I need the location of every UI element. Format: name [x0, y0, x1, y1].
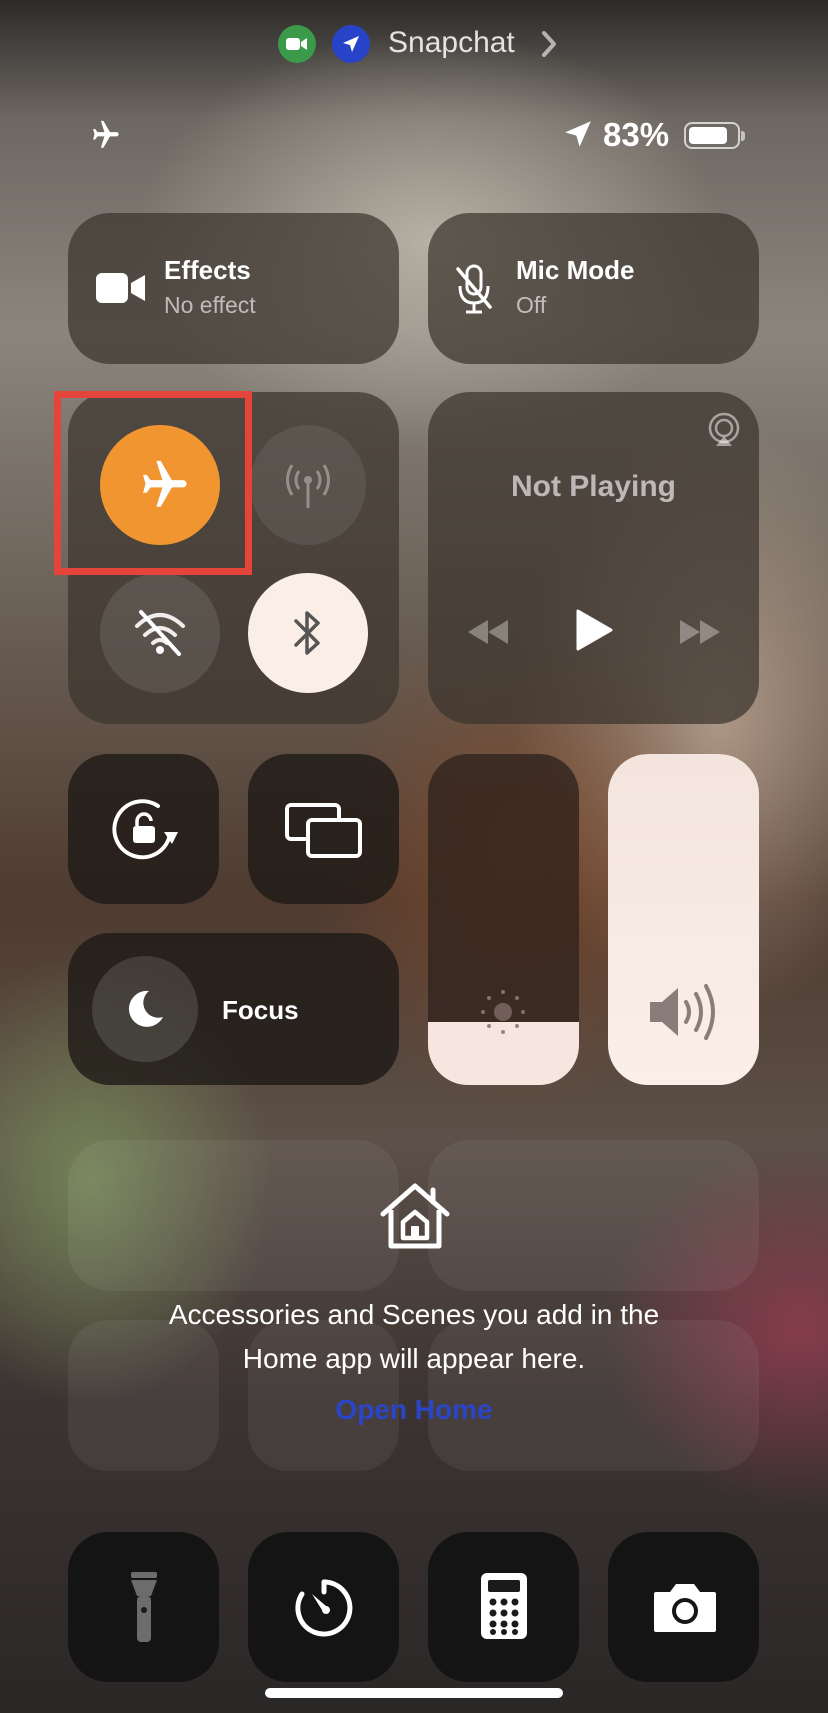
home-message-line-2: Home app will appear here.: [242, 1343, 586, 1374]
active-app-name[interactable]: Snapchat: [388, 26, 515, 60]
microphone-slash-icon: [456, 264, 492, 314]
mic-mode-tile[interactable]: Mic Mode Off: [428, 213, 759, 364]
home-message-line-1: Accessories and Scenes you add in the: [168, 1299, 660, 1330]
media-status: Not Playing: [510, 470, 676, 503]
focus-label: Focus: [222, 995, 299, 1025]
chevron-right-icon: [542, 31, 556, 57]
wifi-off-icon: [135, 610, 185, 656]
brightness-sun-icon: [481, 990, 525, 1034]
timer-button[interactable]: [248, 1532, 399, 1682]
home-empty-message: Accessories and Scenes you add in the Ho…: [0, 1293, 828, 1381]
video-camera-icon: [286, 38, 307, 50]
orientation-lock-button[interactable]: [68, 754, 219, 904]
calculator-button[interactable]: [428, 1532, 579, 1682]
calculator-icon: [481, 1573, 527, 1639]
camera-in-use-indicator: [278, 25, 316, 63]
wifi-button[interactable]: [100, 573, 220, 693]
open-home-link[interactable]: Open Home: [0, 1394, 828, 1426]
mic-mode-subtitle: Off: [516, 292, 547, 318]
moon-icon: [128, 990, 163, 1027]
effects-title: Effects: [164, 255, 251, 285]
rotation-lock-icon: [112, 799, 178, 860]
flashlight-button[interactable]: [68, 1532, 219, 1682]
airplane-status-icon: [93, 120, 119, 148]
location-services-icon: [565, 121, 591, 147]
effects-tile[interactable]: Effects No effect: [68, 213, 399, 364]
camera-icon: [654, 1584, 716, 1632]
airplay-audio-icon[interactable]: [706, 412, 742, 448]
now-playing-tile[interactable]: Not Playing: [428, 392, 759, 724]
location-arrow-icon: [343, 36, 359, 52]
effects-subtitle: No effect: [164, 292, 256, 318]
location-in-use-indicator: [332, 25, 370, 63]
volume-slider[interactable]: [608, 754, 759, 1085]
cellular-data-button[interactable]: [250, 425, 366, 545]
home-indicator-bar[interactable]: [265, 1688, 563, 1698]
screen-mirroring-icon: [285, 803, 362, 858]
fast-forward-icon[interactable]: [678, 618, 722, 646]
screen-mirroring-button[interactable]: [248, 754, 399, 904]
focus-moon-button: [92, 956, 198, 1062]
flashlight-icon: [131, 1572, 157, 1642]
battery-fill: [689, 127, 728, 144]
video-camera-icon: [96, 273, 145, 303]
home-placeholder-tile: [68, 1140, 399, 1291]
mic-mode-title: Mic Mode: [516, 255, 635, 285]
battery-percentage: 83%: [603, 116, 670, 153]
play-icon[interactable]: [574, 608, 614, 652]
rewind-icon[interactable]: [466, 618, 510, 646]
battery-icon: [684, 122, 745, 149]
camera-button[interactable]: [608, 1532, 759, 1682]
timer-icon: [295, 1579, 353, 1637]
bluetooth-icon: [294, 611, 320, 655]
speaker-volume-icon: [650, 984, 715, 1040]
home-placeholder-tile: [428, 1140, 759, 1291]
brightness-slider[interactable]: [428, 754, 579, 1085]
bluetooth-button[interactable]: [248, 573, 368, 693]
focus-tile[interactable]: Focus: [68, 933, 399, 1085]
home-icon: [380, 1183, 450, 1249]
antenna-icon: [286, 464, 330, 508]
highlight-box: [54, 391, 252, 575]
